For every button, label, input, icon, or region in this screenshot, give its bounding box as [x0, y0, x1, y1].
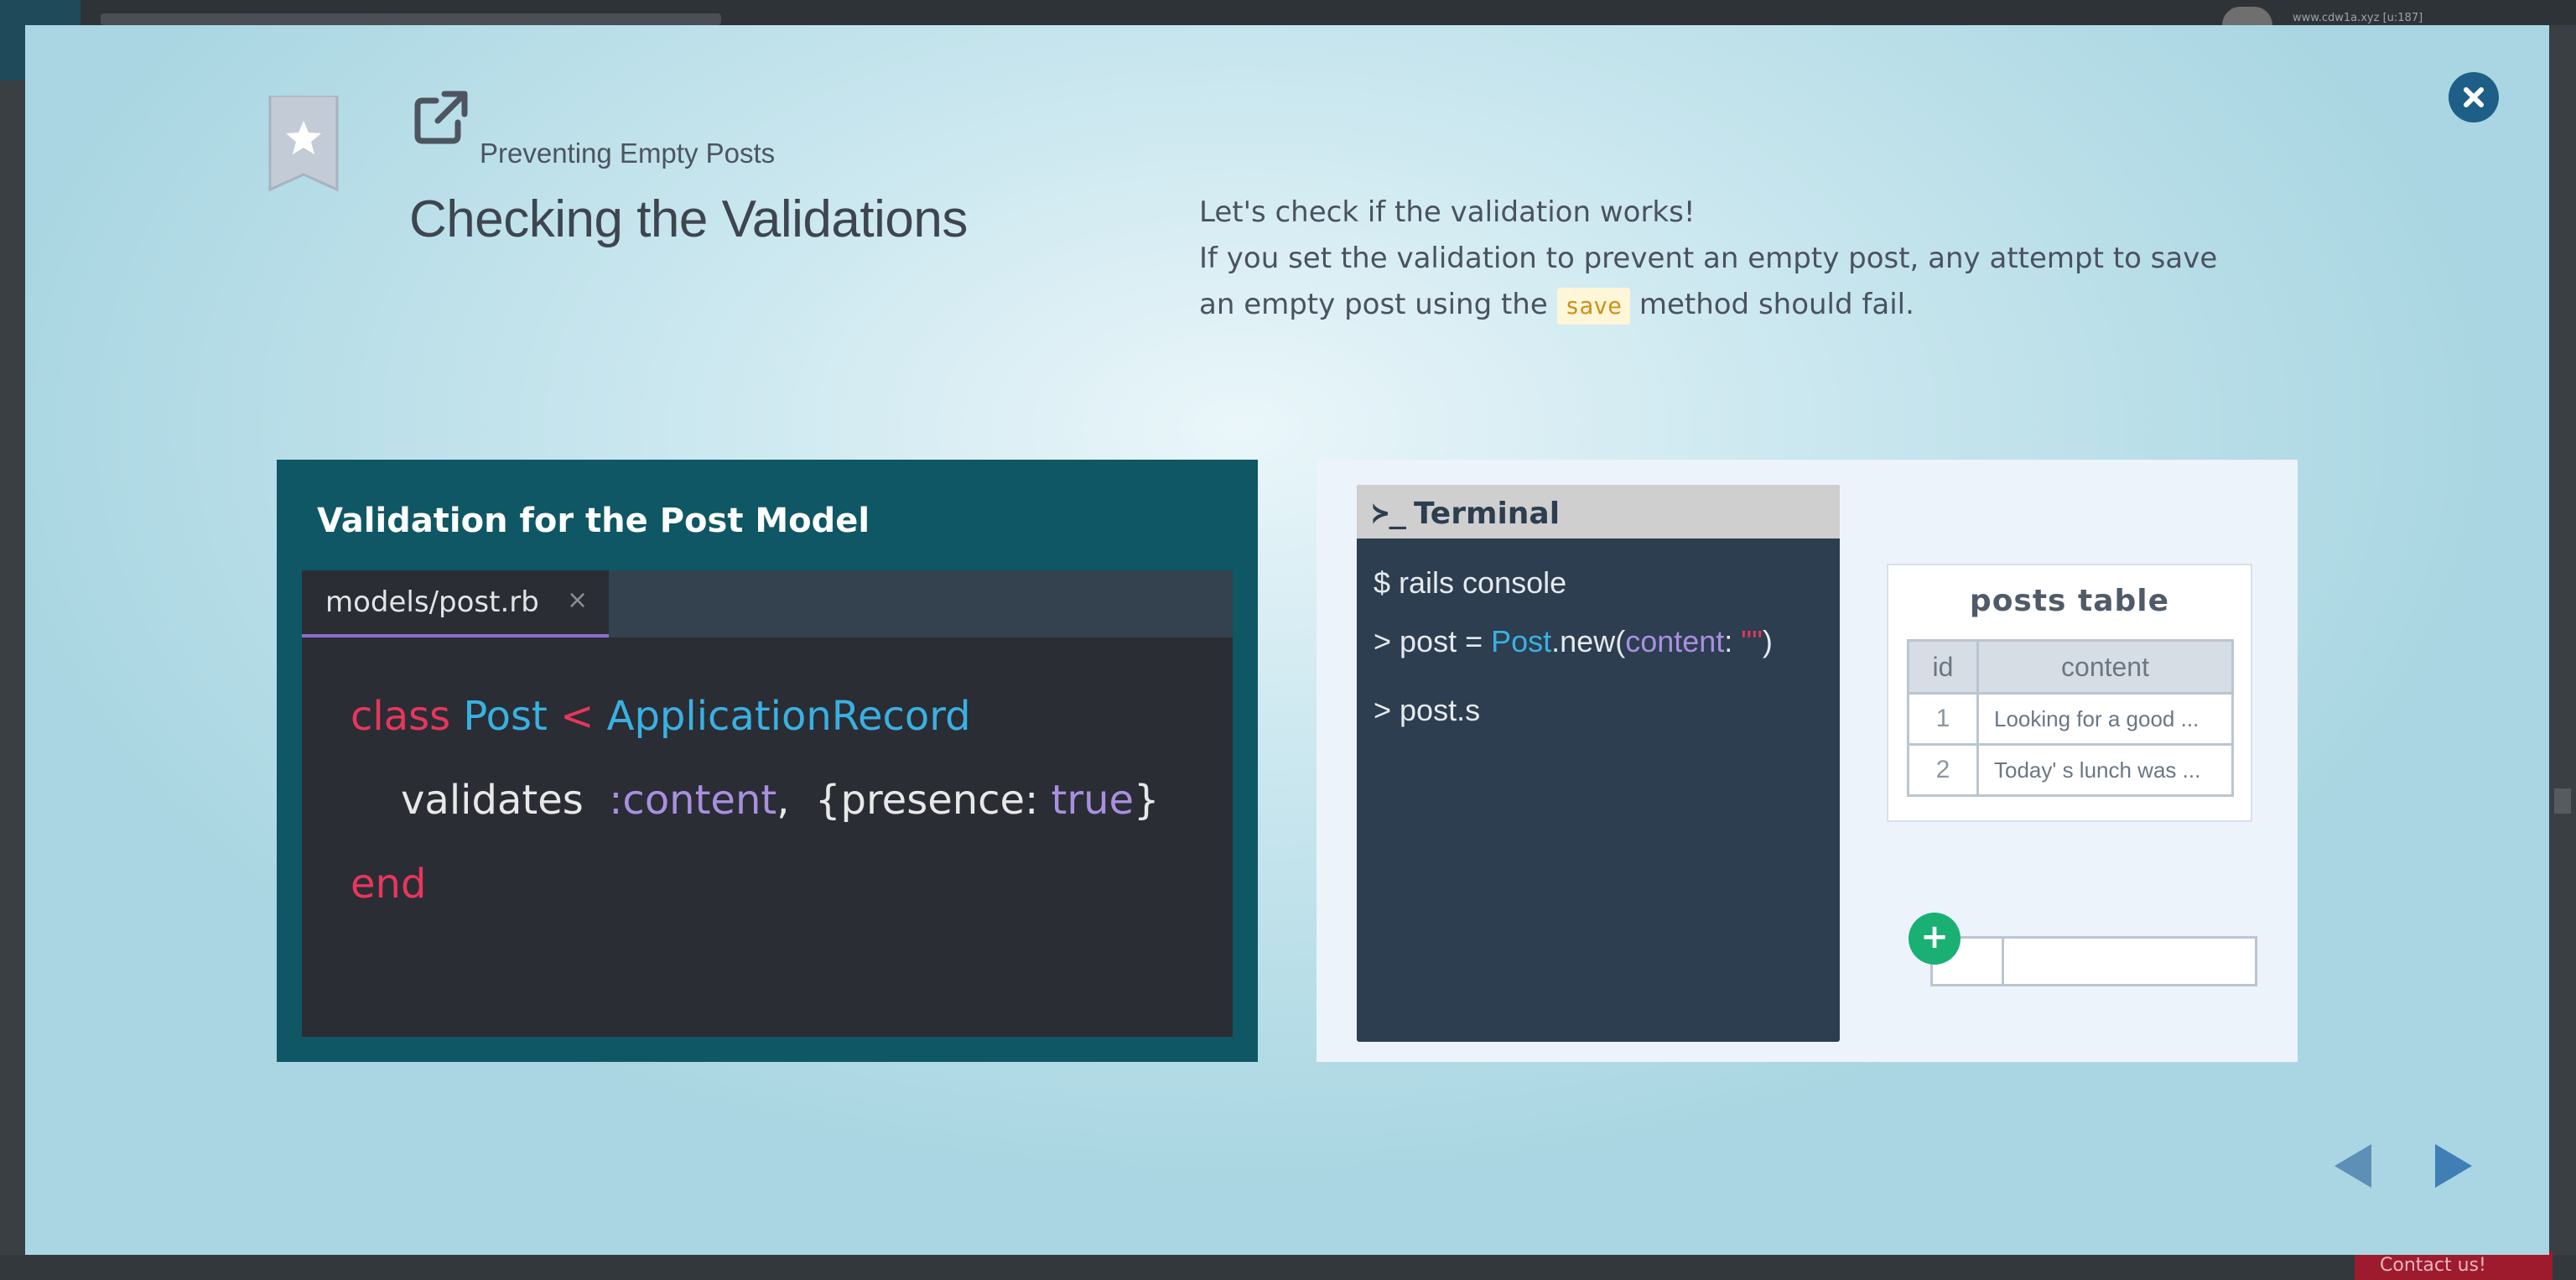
terminal-input-line[interactable]: > post.s — [1374, 693, 1480, 728]
terminal-panel: ≻_ Terminal $ rails console > post = Pos… — [1317, 460, 2298, 1062]
tab-close-icon[interactable]: × — [567, 585, 588, 615]
terminal-key: content — [1625, 624, 1725, 658]
terminal-window: ≻_ Terminal $ rails console > post = Pos… — [1357, 485, 1840, 1042]
posts-table-title: posts table — [1969, 584, 2170, 618]
description-text: method should fail. — [1639, 288, 1914, 321]
row-id: 2 — [1907, 743, 1979, 797]
background-scrollbar[interactable] — [2554, 788, 2571, 814]
slide-description: Let's check if the validation works! If … — [1199, 190, 2306, 328]
background-avatar — [2222, 7, 2272, 25]
add-row-button[interactable]: + — [1909, 913, 1961, 965]
code-line-2: validates :content, {presence: true} — [401, 777, 1160, 824]
description-line: an empty post using the save method shou… — [1199, 282, 2306, 328]
terminal-icon: ≻_ — [1372, 497, 1406, 530]
code-keyword: class — [351, 693, 451, 740]
close-icon — [2464, 87, 2484, 107]
code-line-1: class Post < ApplicationRecord — [351, 693, 971, 740]
background-url-text: www.cdw1a.xyz [u:187] — [2293, 12, 2423, 24]
code-class-name: Post — [463, 693, 548, 740]
lesson-subtitle: Preventing Empty Posts — [480, 138, 776, 169]
contact-us-button[interactable]: Contact us! — [2355, 1251, 2553, 1280]
terminal-header: ≻_ Terminal — [1357, 485, 1840, 539]
column-header-content: content — [1976, 639, 2234, 695]
code-keyword-end: end — [351, 861, 427, 908]
table-row: 1 Looking for a good ... — [1907, 692, 2234, 746]
description-line: If you set the validation to prevent an … — [1199, 242, 2218, 275]
terminal-method: .new( — [1551, 624, 1626, 658]
code-method: validates — [401, 777, 584, 824]
bookmark-icon[interactable] — [268, 96, 339, 195]
editor-tab-bar: models/post.rb × — [302, 570, 1233, 637]
terminal-text: > post = — [1374, 624, 1492, 658]
code-editor: models/post.rb × class Post < Applicatio… — [302, 570, 1233, 1037]
posts-table-card: posts table id content 1 Looking for a g… — [1887, 564, 2252, 822]
code-panel: Validation for the Post Model models/pos… — [277, 460, 1258, 1062]
column-header-id: id — [1907, 639, 1979, 695]
terminal-colon: : — [1724, 624, 1742, 658]
lesson-title: Checking the Validations — [409, 190, 968, 248]
terminal-line-1: $ rails console — [1374, 565, 1567, 600]
code-line-3: end — [351, 861, 426, 908]
code-value: true — [1051, 777, 1135, 824]
posts-table: id content 1 Looking for a good ... 2 To… — [1907, 639, 2234, 797]
slide-modal: Preventing Empty Posts Checking the Vali… — [25, 25, 2549, 1255]
row-content: Looking for a good ... — [1976, 692, 2234, 746]
new-row-divider — [2002, 939, 2004, 984]
row-content: Today' s lunch was ... — [1976, 743, 2234, 797]
terminal-title: Terminal — [1414, 497, 1561, 531]
row-id: 1 — [1907, 692, 1979, 746]
code-hash-close: } — [1134, 777, 1160, 824]
code-parent-class: ApplicationRecord — [606, 693, 971, 740]
table-row: 2 Today' s lunch was ... — [1907, 743, 2234, 797]
new-post-row — [1930, 936, 2257, 986]
terminal-close-paren: ) — [1762, 624, 1773, 658]
inline-code-save: save — [1556, 288, 1631, 325]
editor-tab-label: models/post.rb — [325, 585, 539, 619]
external-link-icon[interactable] — [413, 89, 470, 146]
code-panel-title: Validation for the Post Model — [317, 502, 870, 540]
code-comma: , — [776, 777, 790, 824]
close-button[interactable] — [2449, 72, 2499, 122]
description-line: Let's check if the validation works! — [1199, 195, 1696, 229]
description-text: an empty post using the — [1199, 288, 1548, 321]
editor-tab-post-rb[interactable]: models/post.rb × — [302, 570, 609, 637]
next-slide-arrow-icon[interactable] — [2428, 1141, 2479, 1191]
terminal-line-2: > post = Post.new(content: "") — [1374, 624, 1773, 659]
code-hash-open: {presence: — [814, 777, 1039, 824]
previous-slide-arrow-icon[interactable] — [2328, 1141, 2378, 1191]
table-header-row: id content — [1907, 639, 2234, 695]
background-url-bar — [101, 13, 721, 25]
code-operator: < — [560, 693, 595, 740]
terminal-class: Post — [1491, 624, 1552, 658]
background-bottombar — [0, 1255, 2576, 1280]
code-symbol: :content — [609, 777, 777, 824]
terminal-string: "" — [1741, 624, 1763, 658]
